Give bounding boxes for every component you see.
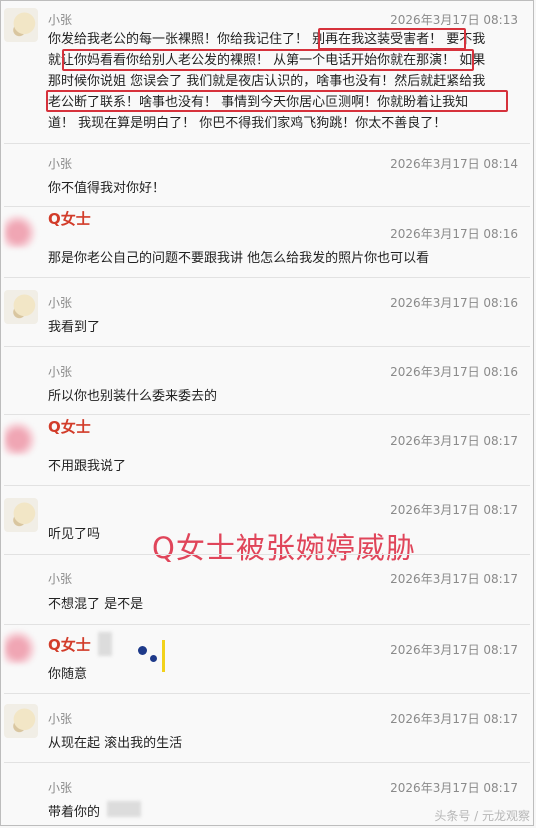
divider (4, 693, 530, 694)
message-time: 2026年3月17日 08:17 (390, 712, 518, 726)
divider (4, 277, 530, 278)
censor-blur (107, 801, 141, 817)
sender-name: 小张 (48, 572, 73, 586)
avatar (4, 630, 38, 664)
message-text: 不用跟我说了 (48, 459, 127, 474)
divider (4, 414, 530, 415)
message-text: 从现在起 滚出我的生活 (48, 736, 183, 751)
highlight-box (318, 28, 466, 50)
sender-name: Q女士 (48, 210, 91, 228)
message-time: 2026年3月17日 08:17 (390, 572, 518, 586)
message-text: 不想混了 是不是 (48, 597, 144, 612)
sender-name: 小张 (48, 365, 73, 379)
highlight-box (62, 49, 474, 71)
sender-name: 小张 (48, 13, 73, 27)
message-text: 你随意 (48, 667, 88, 682)
message-time: 2026年3月17日 08:16 (390, 365, 518, 379)
message-text: 带着你的 (48, 805, 101, 820)
sender-name: 小张 (48, 157, 73, 171)
divider (4, 554, 530, 555)
sender-name: 小张 (48, 712, 73, 726)
message-text: 那是你老公自己的问题不要跟我讲 他怎么给我发的照片你也可以看 (48, 251, 430, 266)
message-text: 听见了吗 (48, 527, 101, 542)
sticker-dot (150, 655, 157, 662)
message-time: 2026年3月17日 08:17 (390, 781, 518, 795)
message-time: 2026年3月17日 08:17 (390, 643, 518, 657)
message-time: 2026年3月17日 08:17 (390, 434, 518, 448)
avatar (4, 8, 38, 42)
divider (4, 143, 530, 144)
avatar (4, 290, 38, 324)
sender-name: Q女士 (48, 418, 91, 436)
avatar (4, 214, 38, 248)
message-time: 2026年3月17日 08:17 (390, 503, 518, 517)
message-time: 2026年3月17日 08:13 (390, 13, 518, 27)
highlight-box (46, 90, 508, 112)
message-time: 2026年3月17日 08:14 (390, 157, 518, 171)
message-text: 你不值得我对你好！ (48, 181, 166, 196)
divider (4, 206, 530, 207)
sticker-mark (162, 640, 165, 672)
avatar (4, 704, 38, 738)
sticker-dot (138, 646, 147, 655)
message-text: 我看到了 (48, 320, 101, 335)
sender-name: Q女士 (48, 636, 91, 654)
message-text: 所以你也别装什么委来委去的 (48, 389, 218, 404)
message-time: 2026年3月17日 08:16 (390, 296, 518, 310)
message-line: 道！ 我现在算是明白了！ 你巴不得我们家鸡飞狗跳！你太不善良了！ (48, 116, 447, 131)
divider (4, 485, 530, 486)
divider (4, 346, 530, 347)
message-time: 2026年3月17日 08:16 (390, 227, 518, 241)
sender-name: 小张 (48, 781, 73, 795)
message-line: 那时候你说姐 您误会了 我们就是夜店认识的，啥事也没有！然后就赶紧给我 (48, 74, 486, 89)
overlay-caption: Q女士被张婉婷威胁 (152, 531, 416, 565)
avatar (4, 421, 38, 455)
avatar (4, 498, 38, 532)
censor-blur (98, 632, 112, 656)
divider (4, 624, 530, 625)
watermark: 头条号 / 元龙观察 (434, 809, 530, 823)
divider (4, 762, 530, 763)
sender-name: 小张 (48, 296, 73, 310)
